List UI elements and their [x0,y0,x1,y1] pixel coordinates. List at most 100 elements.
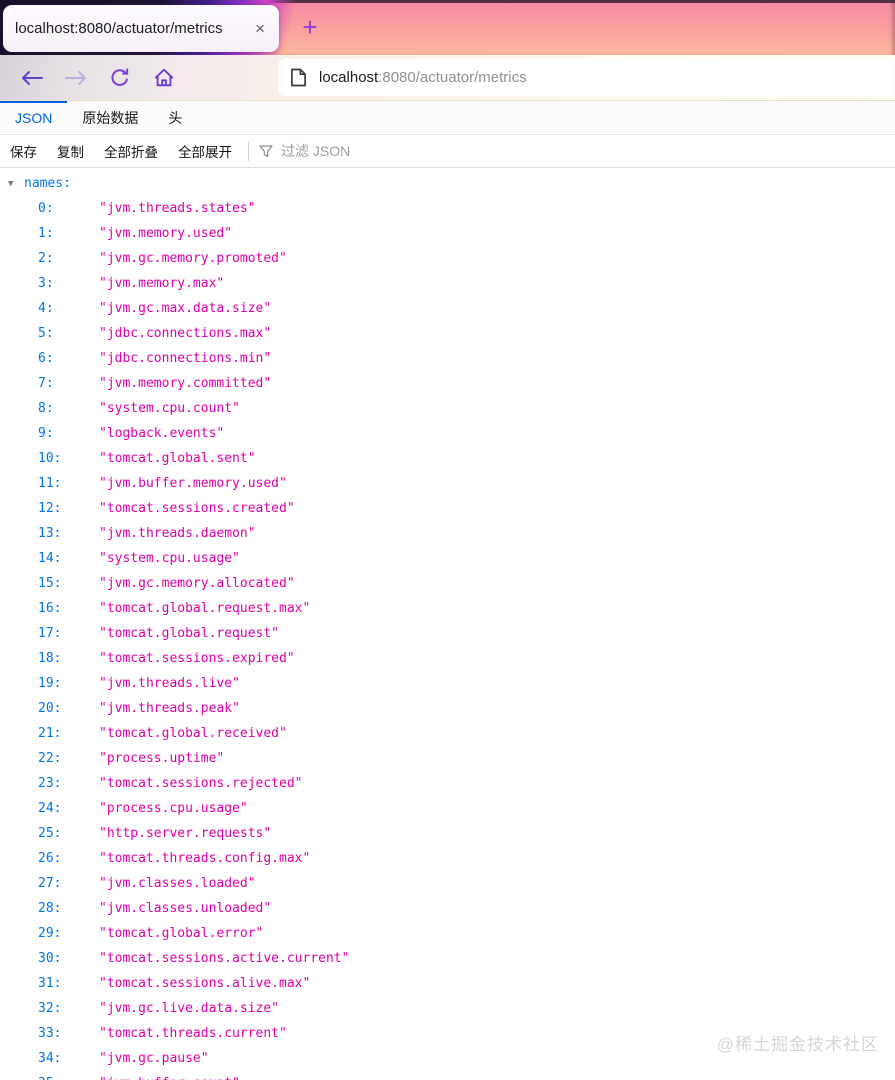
json-index: 11: [38,476,62,491]
json-value: "jvm.buffer.count" [99,1076,240,1080]
forward-arrow-icon [65,70,86,85]
toolbar-separator [248,141,249,161]
filter-json-input[interactable] [279,142,895,160]
json-index: 32: [38,1001,62,1016]
json-value: "jvm.memory.max" [99,276,225,291]
json-row: 22: "process.uptime" [0,746,895,771]
json-index: 30: [38,951,62,966]
json-row: 8: "system.cpu.count" [0,396,895,421]
new-tab-button[interactable]: + [294,0,326,55]
tab-title: localhost:8080/actuator/metrics [15,20,223,37]
json-index: 24: [38,801,62,816]
json-value: "tomcat.global.request" [99,626,280,641]
json-index: 16: [38,601,62,616]
json-index: 33: [38,1026,62,1041]
json-value: "jvm.gc.pause" [99,1051,209,1066]
json-index: 15: [38,576,62,591]
json-index: 9: [38,426,54,441]
json-index: 21: [38,726,62,741]
home-button[interactable] [150,64,178,92]
json-index: 1: [38,226,54,241]
json-row: 3: "jvm.memory.max" [0,271,895,296]
json-value: "jvm.gc.live.data.size" [99,1001,280,1016]
json-row: 19: "jvm.threads.live" [0,671,895,696]
json-index: 29: [38,926,62,941]
json-value: "jdbc.connections.min" [99,351,272,366]
json-value: "jvm.gc.memory.promoted" [99,251,287,266]
collapse-twisty-icon[interactable]: ▼ [8,172,24,197]
json-value: "jvm.threads.live" [99,676,240,691]
json-value: "jvm.threads.daemon" [99,526,256,541]
json-index: 17: [38,626,62,641]
back-arrow-icon [22,70,43,85]
json-index: 23: [38,776,62,791]
json-rows: 0: "jvm.threads.states" 1: "jvm.memory.use… [0,196,895,1080]
json-value: "tomcat.threads.config.max" [99,851,311,866]
url-path: :8080/actuator/metrics [378,69,527,86]
json-viewer: ▼ names: 0: "jvm.threads.states" 1: "jvm.me… [0,168,895,1080]
json-index: 2: [38,251,54,266]
json-value: "tomcat.sessions.active.current" [99,951,350,966]
json-index: 35: [38,1071,99,1080]
json-row: 15: "jvm.gc.memory.allocated" [0,571,895,596]
json-value: "system.cpu.usage" [99,551,240,566]
json-value: "jvm.gc.max.data.size" [99,301,272,316]
json-index: 0: [38,201,54,216]
json-row: 18: "tomcat.sessions.expired" [0,646,895,671]
json-index: 7: [38,376,54,391]
json-row: 10: "tomcat.global.sent" [0,446,895,471]
json-row: 29: "tomcat.global.error" [0,921,895,946]
json-value: "jvm.memory.used" [99,226,233,241]
watermark: @稀土掘金技术社区 [716,1035,879,1054]
json-value: "jvm.buffer.memory.used" [99,476,287,491]
tab-json[interactable]: JSON [0,101,68,134]
json-row: 13: "jvm.threads.daemon" [0,521,895,546]
json-index: 19: [38,676,62,691]
copy-button[interactable]: 复制 [47,135,94,167]
json-index: 26: [38,851,62,866]
save-button[interactable]: 保存 [0,135,47,167]
json-index: 12: [38,501,62,516]
expand-all-button[interactable]: 全部展开 [168,135,242,167]
browser-toolbar: localhost:8080/actuator/metrics [0,55,895,101]
json-index: 5: [38,326,54,341]
json-value: "jvm.classes.loaded" [99,876,256,891]
viewer-toolbar: 保存 复制 全部折叠 全部展开 [0,135,895,168]
json-index: 22: [38,751,62,766]
json-index: 3: [38,276,54,291]
json-index: 8: [38,401,54,416]
json-value: "tomcat.threads.current" [99,1026,287,1041]
forward-button[interactable] [62,64,90,92]
tab-raw-data[interactable]: 原始数据 [67,101,153,134]
json-row: 31: "tomcat.sessions.alive.max" [0,971,895,996]
json-row: 0: "jvm.threads.states" [0,196,895,221]
url-host: localhost [319,69,379,86]
json-root-row: ▼ names: [0,171,895,196]
page-icon [290,68,307,87]
json-value: "logback.events" [99,426,225,441]
collapse-all-button[interactable]: 全部折叠 [94,135,168,167]
json-row: 11: "jvm.buffer.memory.used" [0,471,895,496]
json-row: 21: "tomcat.global.received" [0,721,895,746]
json-value: "tomcat.global.request.max" [99,601,311,616]
refresh-button[interactable] [106,64,134,92]
browser-tab[interactable]: localhost:8080/actuator/metrics × [3,5,279,52]
back-button[interactable] [18,64,46,92]
json-row: 24: "process.cpu.usage" [0,796,895,821]
json-row: 30: "tomcat.sessions.active.current" [0,946,895,971]
json-index: 25: [38,826,62,841]
json-root-key[interactable]: names: [24,176,71,191]
json-value: "jvm.memory.committed" [99,376,272,391]
json-row: 1: "jvm.memory.used" [0,221,895,246]
json-value: "tomcat.global.received" [99,726,287,741]
json-value: "tomcat.global.error" [99,926,264,941]
json-row: 20: "jvm.threads.peak" [0,696,895,721]
json-value: "tomcat.sessions.rejected" [99,776,303,791]
url-bar[interactable]: localhost:8080/actuator/metrics [278,59,893,96]
tab-headers[interactable]: 头 [153,101,197,134]
tab-close-icon[interactable]: × [253,19,267,39]
json-index: 20: [38,701,62,716]
json-index: 13: [38,526,62,541]
refresh-icon [111,68,129,86]
json-value: "jdbc.connections.max" [99,326,272,341]
